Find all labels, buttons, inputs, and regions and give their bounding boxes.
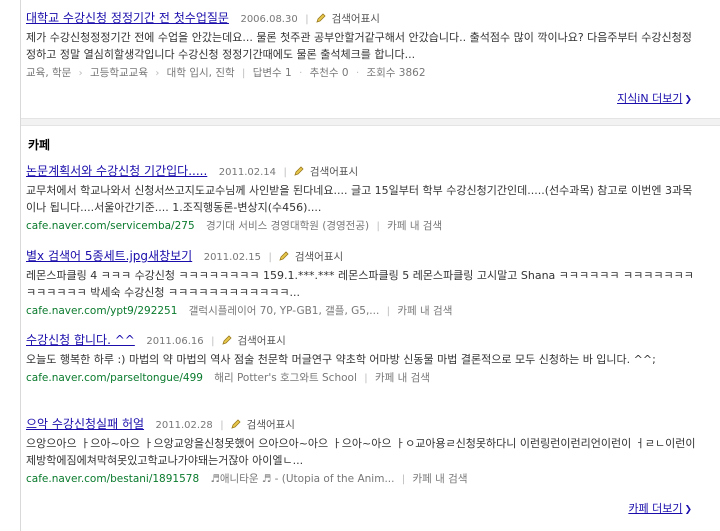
pencil-icon [231,419,241,429]
cafe-name-link[interactable]: ♬애니타운 ♬ - (Utopia of the Anim... [210,473,394,485]
result-snippet: 교무처에서 학교나와서 신청서쓰고지도교수님께 사인받을 된다네요.... 글고… [26,184,693,214]
result-date: 2006.08.30 [240,14,298,25]
section-heading: 카페 [28,138,51,152]
section-divider [21,118,720,126]
category-link[interactable]: 대학 입시, 진학 [167,67,235,79]
highlight-keyword-link[interactable]: 검색어표시 [332,13,380,25]
result-meta: cafe.naver.com/bestani/1891578 ♬애니타운 ♬ -… [26,473,468,485]
cafe-result-item: 수강신청 합니다. ^^ 2011.06.16 | 검색어표시 오늘도 행복한 … [26,332,700,387]
answer-count: 답변수 1 [252,67,292,79]
result-title-link[interactable]: 수강신청 합니다. ^^ [26,333,135,347]
left-border [20,0,21,531]
result-url[interactable]: cafe.naver.com/servicemba/275 [26,220,195,232]
result-date: 2011.02.15 [203,252,261,263]
result-date: 2011.02.14 [218,167,277,178]
result-title-link[interactable]: 별x 검색어 5종세트.jpg새창보기 [26,249,192,263]
cafe-result-item: 으악 수강신청실패 허얼 2011.02.28 | 검색어표시 으앙으아으 ㅏ으… [26,416,700,488]
result-date: 2011.06.16 [146,336,204,347]
pencil-icon [316,13,326,23]
result-title-link[interactable]: 으악 수강신청실패 허얼 [26,417,144,431]
result-snippet: 으앙으아으 ㅏ으아~아으 ㅏ으앙교앙을신청못했어 으아으아~아으 ㅏ으아~아으 … [26,437,696,467]
highlight-keyword-link[interactable]: 검색어표시 [310,166,358,178]
highlight-keyword-link[interactable]: 검색어표시 [247,419,295,431]
kin-result-item: 대학교 수강신청 정정기간 전 첫수업질문 2006.08.30 | 검색어표시… [26,10,700,82]
chevron-right-icon: ❯ [684,505,692,515]
search-in-cafe-link[interactable]: 카페 내 검색 [397,305,452,317]
cafe-result-item: 별x 검색어 5종세트.jpg새창보기 2011.02.15 | 검색어표시 레… [26,248,700,320]
cafe-name-link[interactable]: 경기대 서비스 경영대학원 (경영전공) [206,220,369,232]
search-in-cafe-link[interactable]: 카페 내 검색 [387,220,442,232]
pencil-icon [294,166,304,176]
result-url[interactable]: cafe.naver.com/ypt9/292251 [26,305,177,317]
result-url[interactable]: cafe.naver.com/bestani/1891578 [26,473,199,485]
recommend-count: 추천수 0 [309,67,349,79]
cafe-name-link[interactable]: 해리 Potter's 호그와트 School [214,372,357,384]
result-url[interactable]: cafe.naver.com/parseltongue/499 [26,372,203,384]
view-count: 조회수 3862 [366,67,426,79]
result-snippet: 제가 수강신청정정기간 전에 수업을 안갔는데요... 물론 첫주관 공부안할거… [26,31,692,61]
chevron-right-icon: ❯ [684,95,692,105]
search-results-page: 대학교 수강신청 정정기간 전 첫수업질문 2006.08.30 | 검색어표시… [0,0,720,531]
result-title-link[interactable]: 논문계획서와 수강신청 기간입다..... [26,164,207,178]
result-meta: 교육, 학문 › 고등학교교육 › 대학 입시, 진학 | 답변수 1 · 추천… [26,67,426,79]
cafe-result-item: 논문계획서와 수강신청 기간입다..... 2011.02.14 | 검색어표시… [26,163,700,235]
cafe-more-link[interactable]: 카페 더보기 ❯ [628,500,692,516]
cafe-name-link[interactable]: 갤럭시플레이어 70, YP-GB1, 갤플, G5,... [189,305,380,317]
pencil-icon [279,251,289,261]
result-meta: cafe.naver.com/ypt9/292251 갤럭시플레이어 70, Y… [26,305,453,317]
result-snippet: 레몬스파클링 4 ㅋㅋㅋ 수강신청 ㅋㅋㅋㅋㅋㅋㅋㅋ 159.1.***.***… [26,269,694,299]
result-date: 2011.02.28 [155,420,213,431]
result-snippet: 오늘도 행복한 하루 :) 마법의 약 마법의 역사 점술 천문학 머글연구 약… [26,353,656,366]
result-title-link[interactable]: 대학교 수강신청 정정기간 전 첫수업질문 [26,11,229,25]
highlight-keyword-link[interactable]: 검색어표시 [295,251,343,263]
category-link[interactable]: 교육, 학문 [26,67,71,79]
search-in-cafe-link[interactable]: 카페 내 검색 [413,473,468,485]
search-in-cafe-link[interactable]: 카페 내 검색 [375,372,430,384]
pencil-icon [222,335,232,345]
highlight-keyword-link[interactable]: 검색어표시 [237,335,285,347]
category-link[interactable]: 고등학교교육 [90,67,148,79]
kin-more-link[interactable]: 지식iN 더보기 ❯ [617,90,692,106]
result-meta: cafe.naver.com/parseltongue/499 해리 Potte… [26,372,430,384]
result-meta: cafe.naver.com/servicemba/275 경기대 서비스 경영… [26,220,443,232]
